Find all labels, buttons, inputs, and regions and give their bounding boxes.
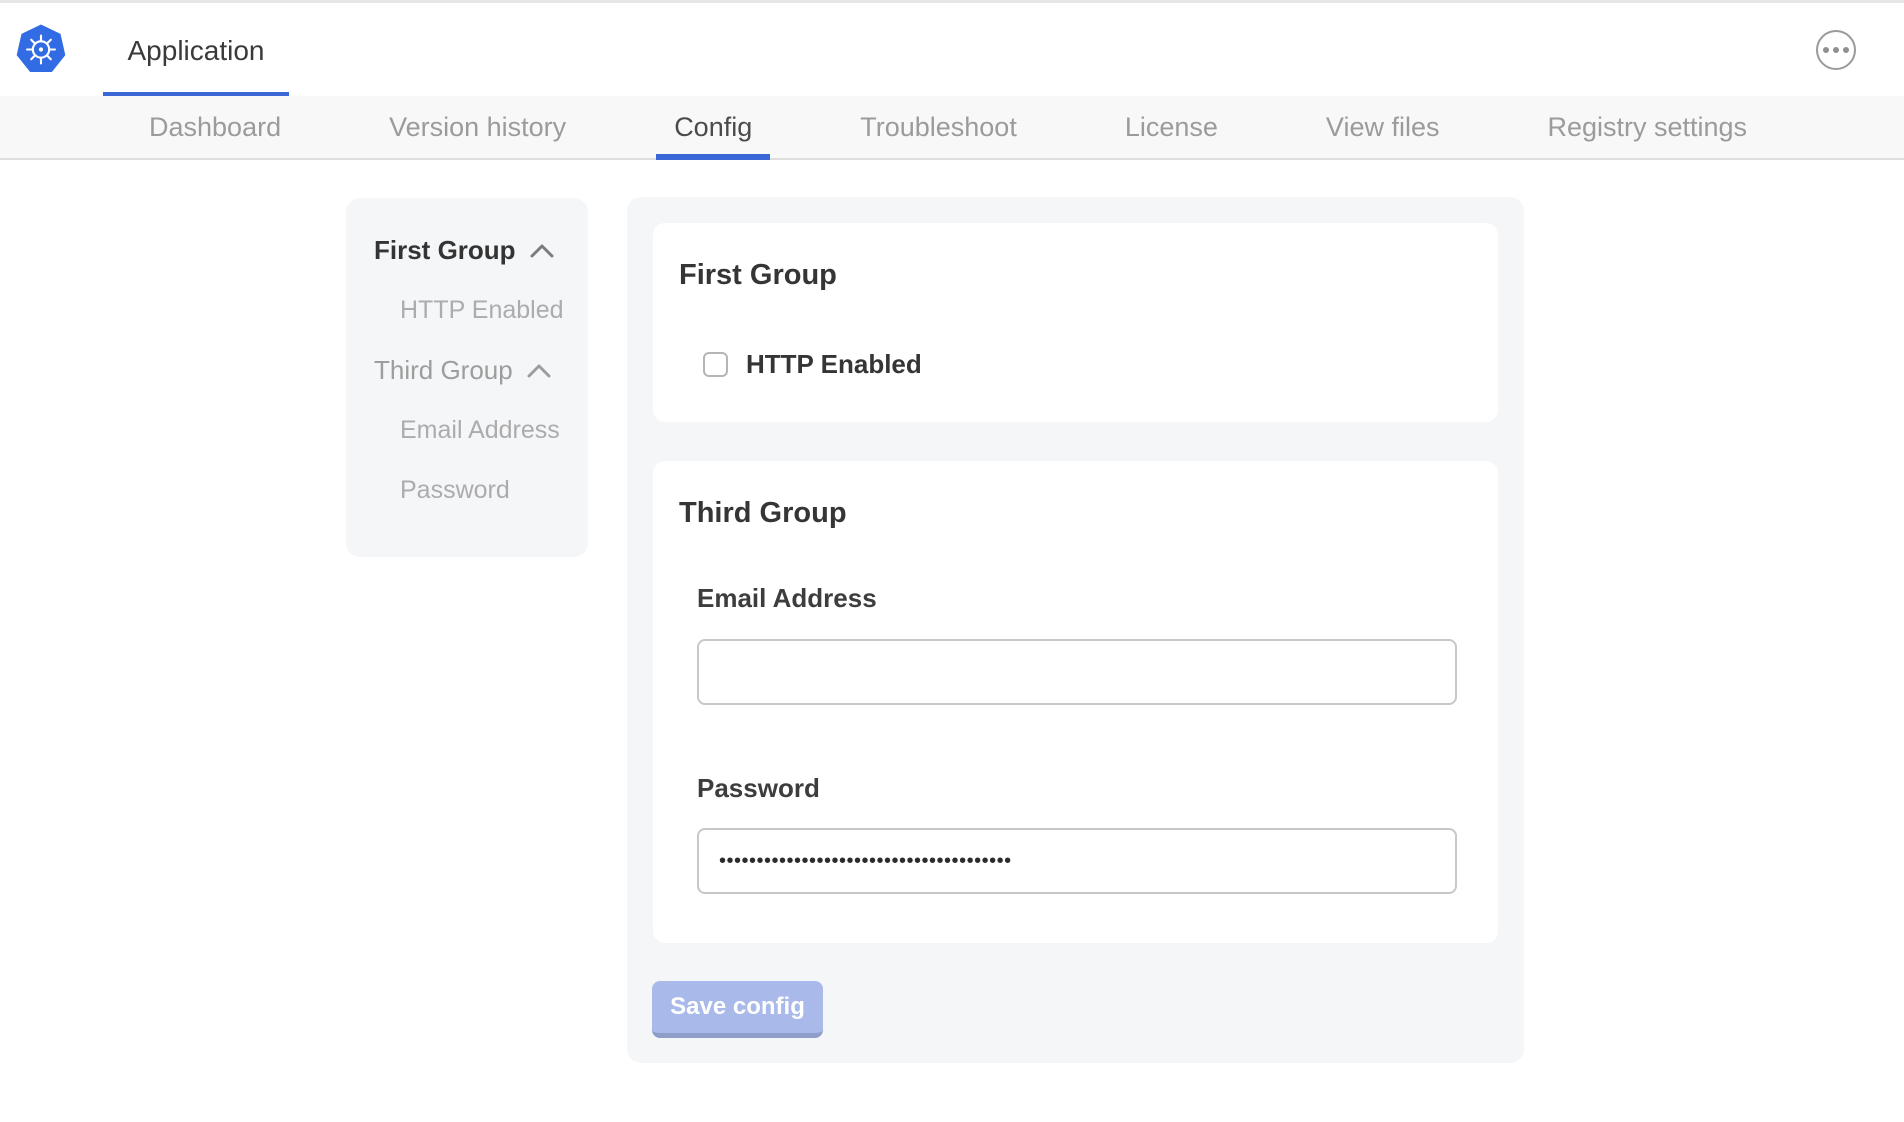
save-config-button[interactable]: Save config: [652, 981, 823, 1038]
config-group-third-group: Third Group Email Address Password: [653, 461, 1498, 943]
config-nav-sidebar: First Group HTTP Enabled Third Group Ema…: [346, 198, 588, 557]
tab-version-history[interactable]: Version history: [371, 96, 584, 158]
ellipsis-icon: [1843, 47, 1849, 53]
http-enabled-checkbox[interactable]: [703, 352, 728, 377]
http-enabled-label: HTTP Enabled: [746, 349, 922, 380]
ellipsis-icon: [1823, 47, 1829, 53]
email-address-label: Email Address: [697, 582, 1498, 614]
config-group-title: First Group: [679, 257, 1498, 293]
config-content-panel: First Group HTTP Enabled Third Group Ema…: [627, 197, 1524, 1063]
chevron-up-icon: [530, 243, 554, 258]
sidebar-item-label: Third Group: [374, 355, 513, 386]
email-address-input[interactable]: [697, 639, 1457, 705]
app-header: Application: [0, 0, 1904, 96]
config-group-first-group: First Group HTTP Enabled: [653, 223, 1498, 422]
sidebar-item-password[interactable]: Password: [346, 460, 588, 520]
tab-view-files[interactable]: View files: [1308, 96, 1458, 158]
sidebar-item-label: Email Address: [400, 416, 560, 445]
ellipsis-icon: [1833, 47, 1839, 53]
sidebar-item-third-group[interactable]: Third Group: [346, 340, 588, 400]
tab-troubleshoot[interactable]: Troubleshoot: [842, 96, 1035, 158]
tab-license[interactable]: License: [1107, 96, 1236, 158]
sidebar-item-first-group[interactable]: First Group: [346, 220, 588, 280]
http-enabled-field: HTTP Enabled: [703, 349, 1498, 380]
kubernetes-logo-icon: [16, 23, 66, 76]
tab-application[interactable]: Application: [103, 3, 289, 99]
tab-registry-settings[interactable]: Registry settings: [1529, 96, 1765, 158]
overflow-menu-button[interactable]: [1816, 30, 1856, 70]
sidebar-item-email-address[interactable]: Email Address: [346, 400, 588, 460]
tab-config[interactable]: Config: [656, 96, 770, 158]
kots-admin-console: Application Dashboard Version history Co…: [0, 0, 1904, 1122]
chevron-up-icon: [527, 363, 551, 378]
config-group-title: Third Group: [679, 495, 1498, 531]
app-navbar: Dashboard Version history Config Trouble…: [0, 96, 1904, 160]
sidebar-item-http-enabled[interactable]: HTTP Enabled: [346, 280, 588, 340]
sidebar-item-label: Password: [400, 476, 510, 505]
password-input[interactable]: [697, 828, 1457, 894]
tab-dashboard[interactable]: Dashboard: [131, 96, 299, 158]
sidebar-item-label: HTTP Enabled: [400, 296, 564, 325]
sidebar-item-label: First Group: [374, 235, 516, 266]
password-label: Password: [697, 772, 1498, 804]
